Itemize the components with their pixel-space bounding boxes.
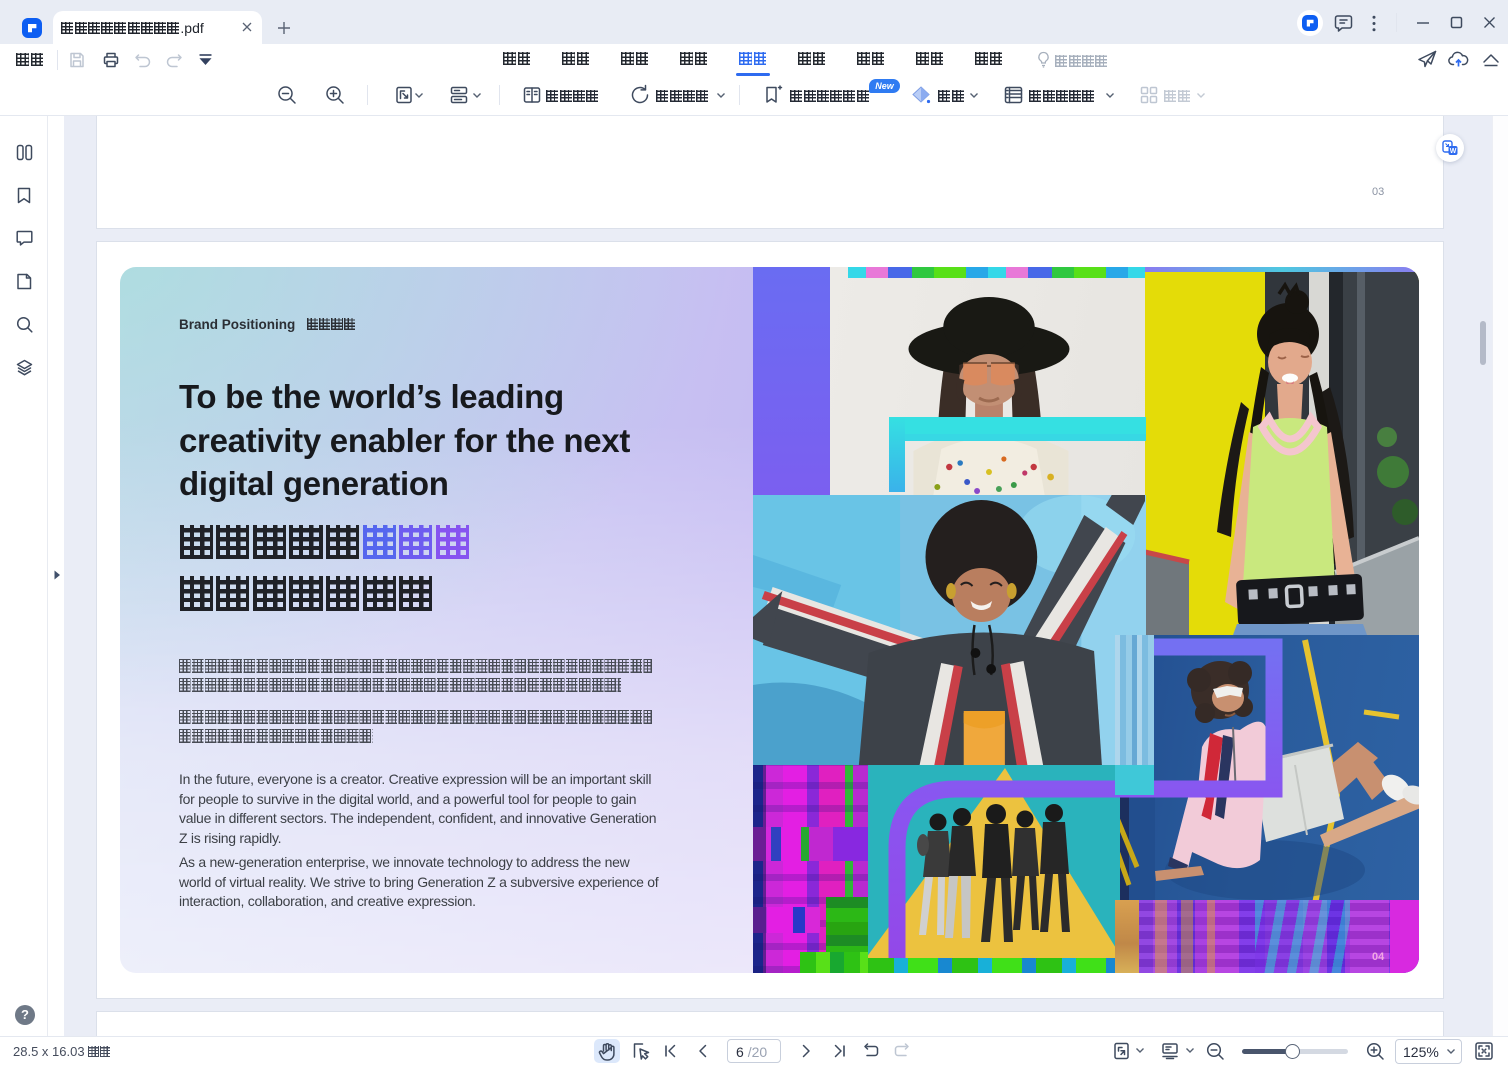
svg-text:W: W bbox=[1450, 148, 1457, 155]
